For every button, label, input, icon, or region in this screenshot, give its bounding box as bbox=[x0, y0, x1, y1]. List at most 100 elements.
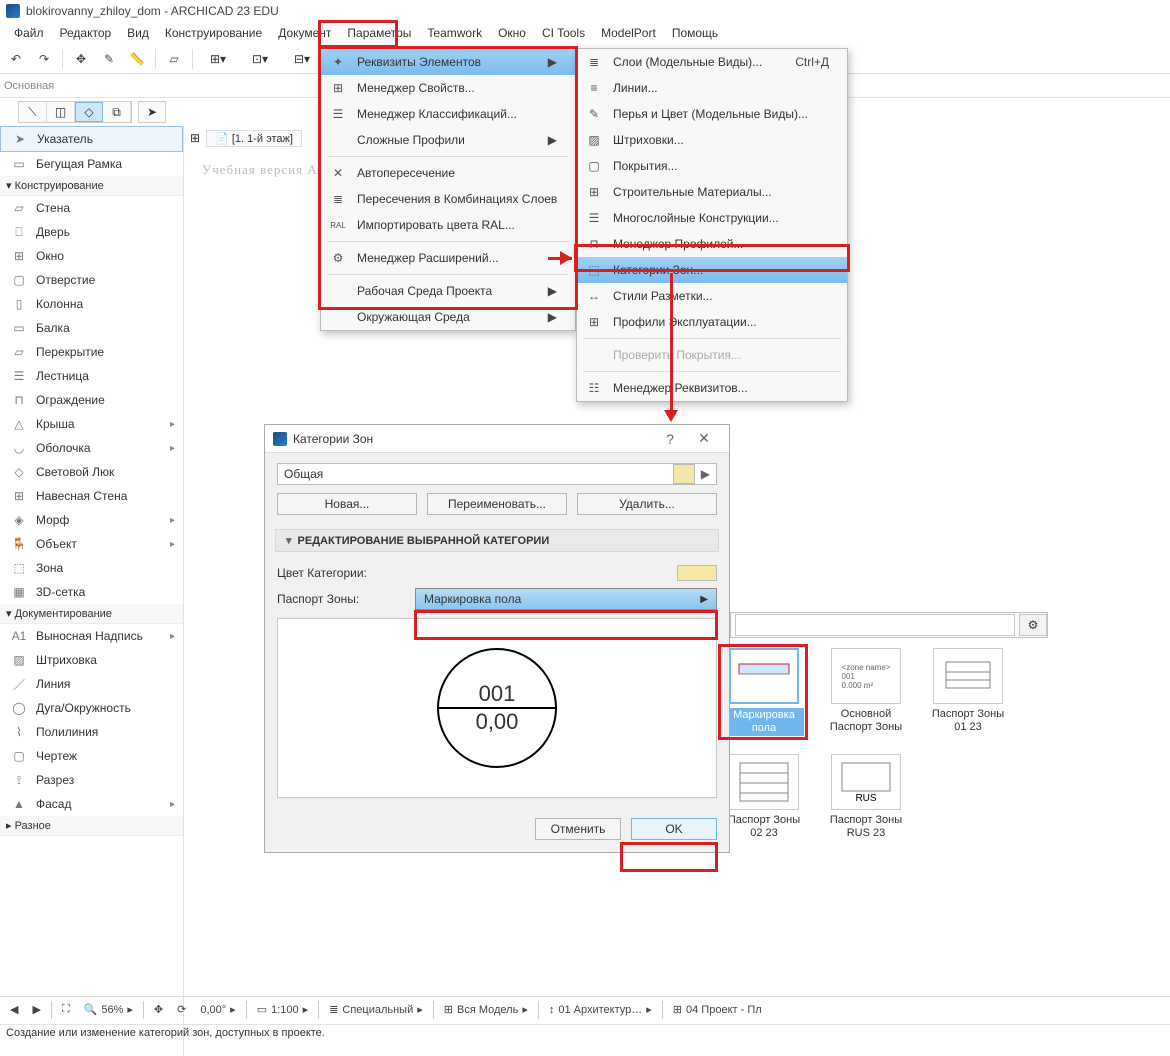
tool-door[interactable]: ⎕Дверь bbox=[0, 220, 183, 244]
tool-stair[interactable]: ☰Лестница bbox=[0, 364, 183, 388]
menu-editor[interactable]: Редактор bbox=[52, 24, 120, 42]
category-color-picker[interactable] bbox=[677, 565, 717, 581]
menu-window[interactable]: Окно bbox=[490, 24, 534, 42]
gallery-item-passport-rus[interactable]: RUS Паспорт Зоны RUS 23 bbox=[826, 754, 906, 840]
gallery-settings-button[interactable]: ⚙ bbox=[1019, 614, 1047, 636]
tool-section[interactable]: ⟟Разрез bbox=[0, 768, 183, 792]
menu-item-complex-profiles[interactable]: Сложные Профили▶ bbox=[321, 127, 575, 153]
nav-prev-icon[interactable]: ◀ bbox=[6, 1003, 22, 1016]
tool-polyline[interactable]: ⌇Полилиния bbox=[0, 720, 183, 744]
tool-zone[interactable]: ⬚Зона bbox=[0, 556, 183, 580]
rename-button[interactable]: Переименовать... bbox=[427, 493, 567, 515]
tool-column[interactable]: ▯Колонна bbox=[0, 292, 183, 316]
view-tab[interactable]: 📄 [1. 1-й этаж] bbox=[206, 130, 302, 147]
menu-item-layers[interactable]: ≣Слои (Модельные Виды)...Ctrl+Д bbox=[577, 49, 847, 75]
menu-help[interactable]: Помощь bbox=[664, 24, 726, 42]
menu-ci-tools[interactable]: CI Tools bbox=[534, 24, 593, 42]
zoom-control[interactable]: 🔍 56% ▸ bbox=[80, 1003, 137, 1016]
menu-item-building-materials[interactable]: ⊞Строительные Материалы... bbox=[577, 179, 847, 205]
menu-item-operation-profiles[interactable]: ⊞Профили Эксплуатации... bbox=[577, 309, 847, 335]
dialog-section-header[interactable]: РЕДАКТИРОВАНИЕ ВЫБРАННОЙ КАТЕГОРИИ bbox=[275, 529, 719, 552]
model-filter[interactable]: ⊞ Вся Модель ▸ bbox=[440, 1003, 532, 1016]
tab-grid-icon[interactable]: ⊞ bbox=[190, 131, 200, 145]
cancel-button[interactable]: Отменить bbox=[535, 818, 621, 840]
layer-combination[interactable]: ≣ Специальный ▸ bbox=[325, 1003, 427, 1016]
tool-shell[interactable]: ◡Оболочка▸ bbox=[0, 436, 183, 460]
section-documentation[interactable]: ▾ Документирование bbox=[0, 604, 183, 624]
menu-item-profile-manager[interactable]: ⊓Менеджер Профилей... bbox=[577, 231, 847, 257]
help-button[interactable]: ? bbox=[653, 431, 687, 447]
tool-mesh[interactable]: ▦3D-сетка bbox=[0, 580, 183, 604]
pointer-button[interactable]: ➤ bbox=[138, 101, 166, 123]
menu-item-fills[interactable]: ▨Штриховки... bbox=[577, 127, 847, 153]
grid-dropdown[interactable]: ⊡▾ bbox=[241, 48, 279, 70]
undo-button[interactable]: ↶ bbox=[4, 48, 28, 70]
tool-railing[interactable]: ⊓Ограждение bbox=[0, 388, 183, 412]
menu-document[interactable]: Документ bbox=[270, 24, 339, 42]
menu-item-zone-categories[interactable]: ⬚Категории Зон... bbox=[577, 257, 847, 283]
category-selector[interactable]: Общая ▶ bbox=[277, 463, 717, 485]
menu-item-autointersect[interactable]: ✕Автопересечение bbox=[321, 160, 575, 186]
menu-item-composites[interactable]: ☰Многослойные Конструкции... bbox=[577, 205, 847, 231]
menu-item-environment[interactable]: Окружающая Среда▶ bbox=[321, 304, 575, 330]
tool-curtainwall[interactable]: ⊞Навесная Стена bbox=[0, 484, 183, 508]
mode-4[interactable]: ⧉ bbox=[103, 102, 131, 122]
rotate-button[interactable]: ⟳ bbox=[173, 1003, 190, 1016]
redo-button[interactable]: ↷ bbox=[32, 48, 56, 70]
menu-file[interactable]: Файл bbox=[6, 24, 52, 42]
menu-view[interactable]: Вид bbox=[119, 24, 157, 42]
zoom-extents-button[interactable]: ⛶ bbox=[58, 1003, 74, 1016]
tool-label[interactable]: A1Выносная Надпись▸ bbox=[0, 624, 183, 648]
tool-wall[interactable]: ▱Стена bbox=[0, 196, 183, 220]
gallery-item-passport-01[interactable]: Паспорт Зоны 01 23 bbox=[928, 648, 1008, 736]
menu-item-import-ral[interactable]: RALИмпортировать цвета RAL... bbox=[321, 212, 575, 238]
menu-item-project-work-env[interactable]: Рабочая Среда Проекта▶ bbox=[321, 278, 575, 304]
menu-teamwork[interactable]: Teamwork bbox=[419, 24, 490, 42]
tool-arc[interactable]: ◯Дуга/Окружность bbox=[0, 696, 183, 720]
mode-2[interactable]: ◫ bbox=[47, 102, 75, 122]
zone-passport-dropdown[interactable]: Маркировка пола ▶ bbox=[415, 588, 717, 610]
tool-opening[interactable]: ▢Отверстие bbox=[0, 268, 183, 292]
tool-roof[interactable]: △Крыша▸ bbox=[0, 412, 183, 436]
section-misc[interactable]: ▸ Разное bbox=[0, 816, 183, 836]
section-construction[interactable]: ▾ Конструирование bbox=[0, 176, 183, 196]
tool-pointer[interactable]: ➤ Указатель bbox=[0, 126, 183, 152]
menu-construct[interactable]: Конструирование bbox=[157, 24, 270, 42]
eyedrop-button[interactable]: ✎ bbox=[97, 48, 121, 70]
tool-morph[interactable]: ◈Морф▸ bbox=[0, 508, 183, 532]
tool-drawing[interactable]: ▢Чертеж bbox=[0, 744, 183, 768]
tool-skylight[interactable]: ◇Световой Люк bbox=[0, 460, 183, 484]
align-dropdown[interactable]: ⊟▾ bbox=[283, 48, 321, 70]
menu-parameters[interactable]: Параметры bbox=[339, 24, 419, 42]
gallery-item-main-passport[interactable]: <zone name>0010.000 m² Основной Паспорт … bbox=[826, 648, 906, 736]
menu-item-element-attributes[interactable]: ✦Реквизиты Элементов▶ bbox=[321, 49, 575, 75]
menu-item-addons-manager[interactable]: ⚙Менеджер Расширений... bbox=[321, 245, 575, 271]
tool-line[interactable]: ／Линия bbox=[0, 672, 183, 696]
view-name[interactable]: ↕ 01 Архитектур… ▸ bbox=[545, 1003, 656, 1016]
gallery-item-passport-02[interactable]: Паспорт Зоны 02 23 bbox=[724, 754, 804, 840]
pan-button[interactable]: ✥ bbox=[150, 1003, 167, 1016]
tool-marquee[interactable]: ▭ Бегущая Рамка bbox=[0, 152, 183, 176]
gallery-item-floor-marking[interactable]: Маркировка пола bbox=[724, 648, 804, 736]
menu-item-property-manager[interactable]: ⊞Менеджер Свойств... bbox=[321, 75, 575, 101]
tool-object[interactable]: 🪑Объект▸ bbox=[0, 532, 183, 556]
menu-item-pens[interactable]: ✎Перья и Цвет (Модельные Виды)... bbox=[577, 101, 847, 127]
tool-elevation[interactable]: ▲Фасад▸ bbox=[0, 792, 183, 816]
tool-window[interactable]: ⊞Окно bbox=[0, 244, 183, 268]
scale-display[interactable]: ▭ 1:100 ▸ bbox=[253, 1003, 312, 1016]
tool-slab[interactable]: ▱Перекрытие bbox=[0, 340, 183, 364]
tool-fill[interactable]: ▨Штриховка bbox=[0, 648, 183, 672]
ok-button[interactable]: OK bbox=[631, 818, 717, 840]
menu-item-classification-manager[interactable]: ☰Менеджер Классификаций... bbox=[321, 101, 575, 127]
mode-1[interactable]: ⟍ bbox=[19, 102, 47, 122]
nav-next-icon[interactable]: ▶ bbox=[28, 1003, 44, 1016]
menu-item-lines[interactable]: ≡Линии... bbox=[577, 75, 847, 101]
close-button[interactable]: ✕ bbox=[687, 430, 721, 447]
mode-3[interactable]: ◇ bbox=[75, 102, 103, 122]
ruler-button[interactable]: ▱ bbox=[162, 48, 186, 70]
measure-button[interactable]: 📏 bbox=[125, 48, 149, 70]
gallery-search-input[interactable] bbox=[735, 614, 1015, 636]
layout-name[interactable]: ⊞ 04 Проект - Пл bbox=[669, 1003, 766, 1016]
tool-beam[interactable]: ▭Балка bbox=[0, 316, 183, 340]
menu-item-layer-intersections[interactable]: ≣Пересечения в Комбинациях Слоев bbox=[321, 186, 575, 212]
